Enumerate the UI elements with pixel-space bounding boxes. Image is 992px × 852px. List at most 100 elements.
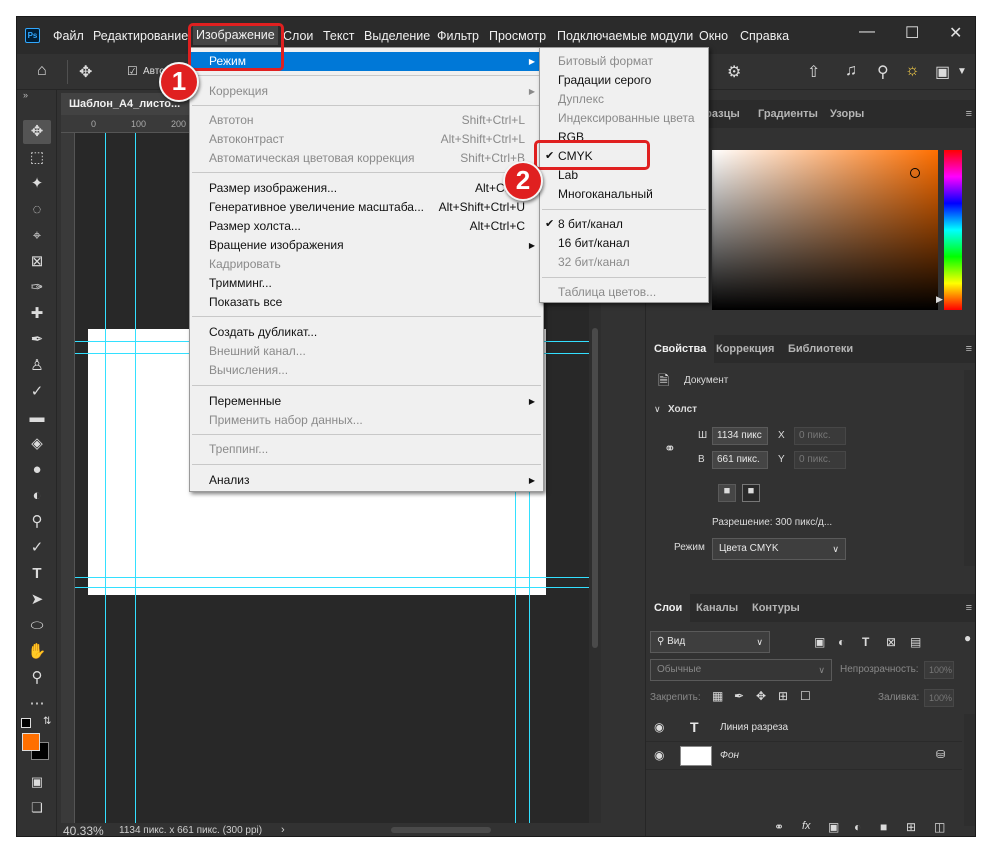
fill-field[interactable]: 100% bbox=[924, 689, 954, 707]
mode-8bit[interactable]: ✔ 8 бит/канал bbox=[540, 215, 708, 234]
home-icon[interactable]: ⌂ bbox=[37, 62, 47, 80]
properties-scrollbar[interactable] bbox=[964, 370, 975, 566]
y-field[interactable]: 0 пикс. bbox=[794, 451, 846, 469]
mode-color-table[interactable]: Таблица цветов... bbox=[540, 283, 708, 302]
more-tools-icon[interactable]: ⋯ bbox=[23, 692, 51, 716]
mode-32bit[interactable]: 32 бит/канал bbox=[540, 253, 708, 272]
search-icon[interactable]: ⚲ bbox=[877, 62, 889, 82]
tab-adjustments[interactable]: Коррекция bbox=[708, 335, 782, 363]
foreground-color-swatch[interactable] bbox=[22, 733, 40, 751]
menu-item-correction[interactable]: Коррекция ▶ bbox=[190, 82, 543, 101]
opacity-field[interactable]: 100% bbox=[924, 661, 954, 679]
dodge-tool-icon[interactable]: ◐ bbox=[23, 484, 51, 508]
tab-libraries[interactable]: Библиотеки bbox=[780, 335, 861, 363]
image-filter-icon[interactable]: ▣ bbox=[814, 635, 825, 649]
menu-text[interactable]: Текст bbox=[323, 29, 354, 43]
menu-filter[interactable]: Фильтр bbox=[437, 29, 479, 43]
layer-row[interactable]: ◉ Фон ⛁ bbox=[646, 742, 962, 770]
tab-gradients[interactable]: Градиенты bbox=[750, 100, 826, 128]
layer-filter-select[interactable]: ⚲ Вид ∨ bbox=[650, 631, 770, 653]
chevron-right-icon[interactable]: › bbox=[281, 824, 285, 836]
path-select-icon[interactable]: ➤ bbox=[23, 588, 51, 612]
lock-all-icon[interactable]: ☐ bbox=[800, 689, 811, 703]
visibility-eye-icon[interactable]: ◉ bbox=[654, 748, 664, 762]
menu-help[interactable]: Справка bbox=[740, 29, 789, 43]
share-icon[interactable]: ⇧ bbox=[807, 62, 820, 82]
menu-item-image-size[interactable]: Размер изображения... Alt+Ctrl+I bbox=[190, 179, 543, 198]
crop-tool-icon[interactable]: ⌖ bbox=[23, 224, 51, 248]
screen-mode-icon[interactable]: ❏ bbox=[23, 796, 51, 820]
menu-item-canvas-size[interactable]: Размер холста... Alt+Ctrl+C bbox=[190, 217, 543, 236]
hue-slider[interactable] bbox=[944, 150, 962, 310]
mode-duotone[interactable]: Дуплекс bbox=[540, 90, 708, 109]
menu-item-calculations[interactable]: Вычисления... bbox=[190, 361, 543, 380]
blend-mode-select[interactable]: Обычные ∨ bbox=[650, 659, 832, 681]
lock-position-icon[interactable]: ✥ bbox=[756, 689, 766, 703]
menu-file[interactable]: Файл bbox=[53, 29, 84, 43]
zoom-lens-icon[interactable]: ⚲ bbox=[23, 510, 51, 534]
lock-artboard-icon[interactable]: ⊞ bbox=[778, 689, 788, 703]
hand-tool-icon[interactable]: ✋ bbox=[23, 640, 51, 664]
eraser-icon[interactable]: ▬ bbox=[23, 406, 51, 430]
menu-item-trap[interactable]: Треппинг... bbox=[190, 440, 543, 459]
chevron-down-icon[interactable]: ▼ bbox=[957, 66, 967, 77]
lock-transparent-icon[interactable]: ▦ bbox=[712, 689, 723, 703]
gear-icon[interactable]: ⚙ bbox=[727, 62, 741, 82]
discover-icon[interactable]: ☼ bbox=[905, 62, 920, 80]
menu-item-crop[interactable]: Кадрировать bbox=[190, 255, 543, 274]
frame-tool-icon[interactable]: ⊠ bbox=[23, 250, 51, 274]
panel-menu-icon[interactable]: ≡ bbox=[966, 343, 972, 355]
menu-item-autocolor[interactable]: Автоматическая цветовая коррекция Shift+… bbox=[190, 149, 543, 168]
maximize-icon[interactable]: ☐ bbox=[905, 23, 919, 43]
layer-row[interactable]: ◉ T Линия разреза bbox=[646, 714, 962, 742]
close-icon[interactable]: ✕ bbox=[949, 23, 962, 43]
mode-indexed[interactable]: Индексированные цвета bbox=[540, 109, 708, 128]
move-tool-icon[interactable]: ✥ bbox=[79, 62, 92, 82]
fx-icon[interactable]: fx bbox=[802, 820, 811, 832]
color-mode-select[interactable]: Цвета CMYK ∨ bbox=[712, 538, 846, 560]
chevron-down-icon[interactable]: ∨ bbox=[654, 404, 661, 415]
portrait-orientation-icon[interactable]: ■ bbox=[718, 484, 736, 502]
menu-item-apply-image[interactable]: Внешний канал... bbox=[190, 342, 543, 361]
zoom-tool-icon[interactable]: ⚲ bbox=[23, 666, 51, 690]
tab-properties[interactable]: Свойства bbox=[646, 335, 715, 363]
mode-bitmap[interactable]: Битовый формат bbox=[540, 52, 708, 71]
menu-edit[interactable]: Редактирование bbox=[93, 29, 188, 43]
quick-mask-icon[interactable]: ▣ bbox=[23, 770, 51, 794]
checkbox-icon[interactable]: ☑ bbox=[127, 64, 138, 78]
move-tool-icon[interactable]: ✥ bbox=[23, 120, 51, 144]
smart-object-filter-icon[interactable]: ▤ bbox=[910, 635, 921, 649]
scroll-thumb[interactable] bbox=[592, 328, 598, 648]
menu-item-duplicate[interactable]: Создать дубликат... bbox=[190, 323, 543, 342]
tab-patterns[interactable]: Узоры bbox=[822, 100, 872, 128]
width-field[interactable]: 1134 пикс bbox=[712, 427, 768, 445]
workspace-icon[interactable]: ▣ bbox=[935, 62, 950, 82]
stamp-tool-icon[interactable]: ♙ bbox=[23, 354, 51, 378]
marquee-tool-icon[interactable]: ⬚ bbox=[23, 146, 51, 170]
menu-item-reveal-all[interactable]: Показать все bbox=[190, 293, 543, 312]
swap-colors-icon[interactable]: ⇅ bbox=[43, 716, 51, 727]
adjustment-filter-icon[interactable]: ◐ bbox=[838, 635, 845, 649]
object-select-icon[interactable]: ✦ bbox=[23, 172, 51, 196]
default-colors-icon[interactable] bbox=[21, 718, 31, 728]
adjustment-layer-icon[interactable]: ◐ bbox=[854, 820, 861, 834]
collapse-icon[interactable]: » bbox=[23, 90, 28, 100]
menu-layers[interactable]: Слои bbox=[283, 29, 313, 43]
mode-multichannel[interactable]: Многоканальный bbox=[540, 185, 708, 204]
quick-select-icon[interactable]: ◌ bbox=[23, 198, 51, 222]
hue-slider-handle[interactable]: ▶ bbox=[936, 294, 943, 305]
type-tool-icon[interactable]: T bbox=[23, 562, 51, 586]
filter-toggle-icon[interactable]: ● bbox=[964, 631, 971, 645]
layer-name[interactable]: Линия разреза bbox=[720, 722, 788, 733]
lock-image-icon[interactable]: ✒ bbox=[734, 689, 744, 703]
link-icon[interactable]: ⚭ bbox=[664, 440, 676, 457]
menu-select[interactable]: Выделение bbox=[364, 29, 430, 43]
color-picker-marker[interactable] bbox=[910, 168, 920, 178]
panel-menu-icon[interactable]: ≡ bbox=[966, 108, 972, 120]
menu-item-generative-upscale[interactable]: Генеративное увеличение масштаба... Alt+… bbox=[190, 198, 543, 217]
zoom-level[interactable]: 40.33% bbox=[63, 824, 104, 836]
color-field[interactable] bbox=[712, 150, 938, 310]
type-filter-icon[interactable]: T bbox=[862, 635, 869, 649]
visibility-eye-icon[interactable]: ◉ bbox=[654, 720, 664, 734]
menu-item-trim[interactable]: Тримминг... bbox=[190, 274, 543, 293]
